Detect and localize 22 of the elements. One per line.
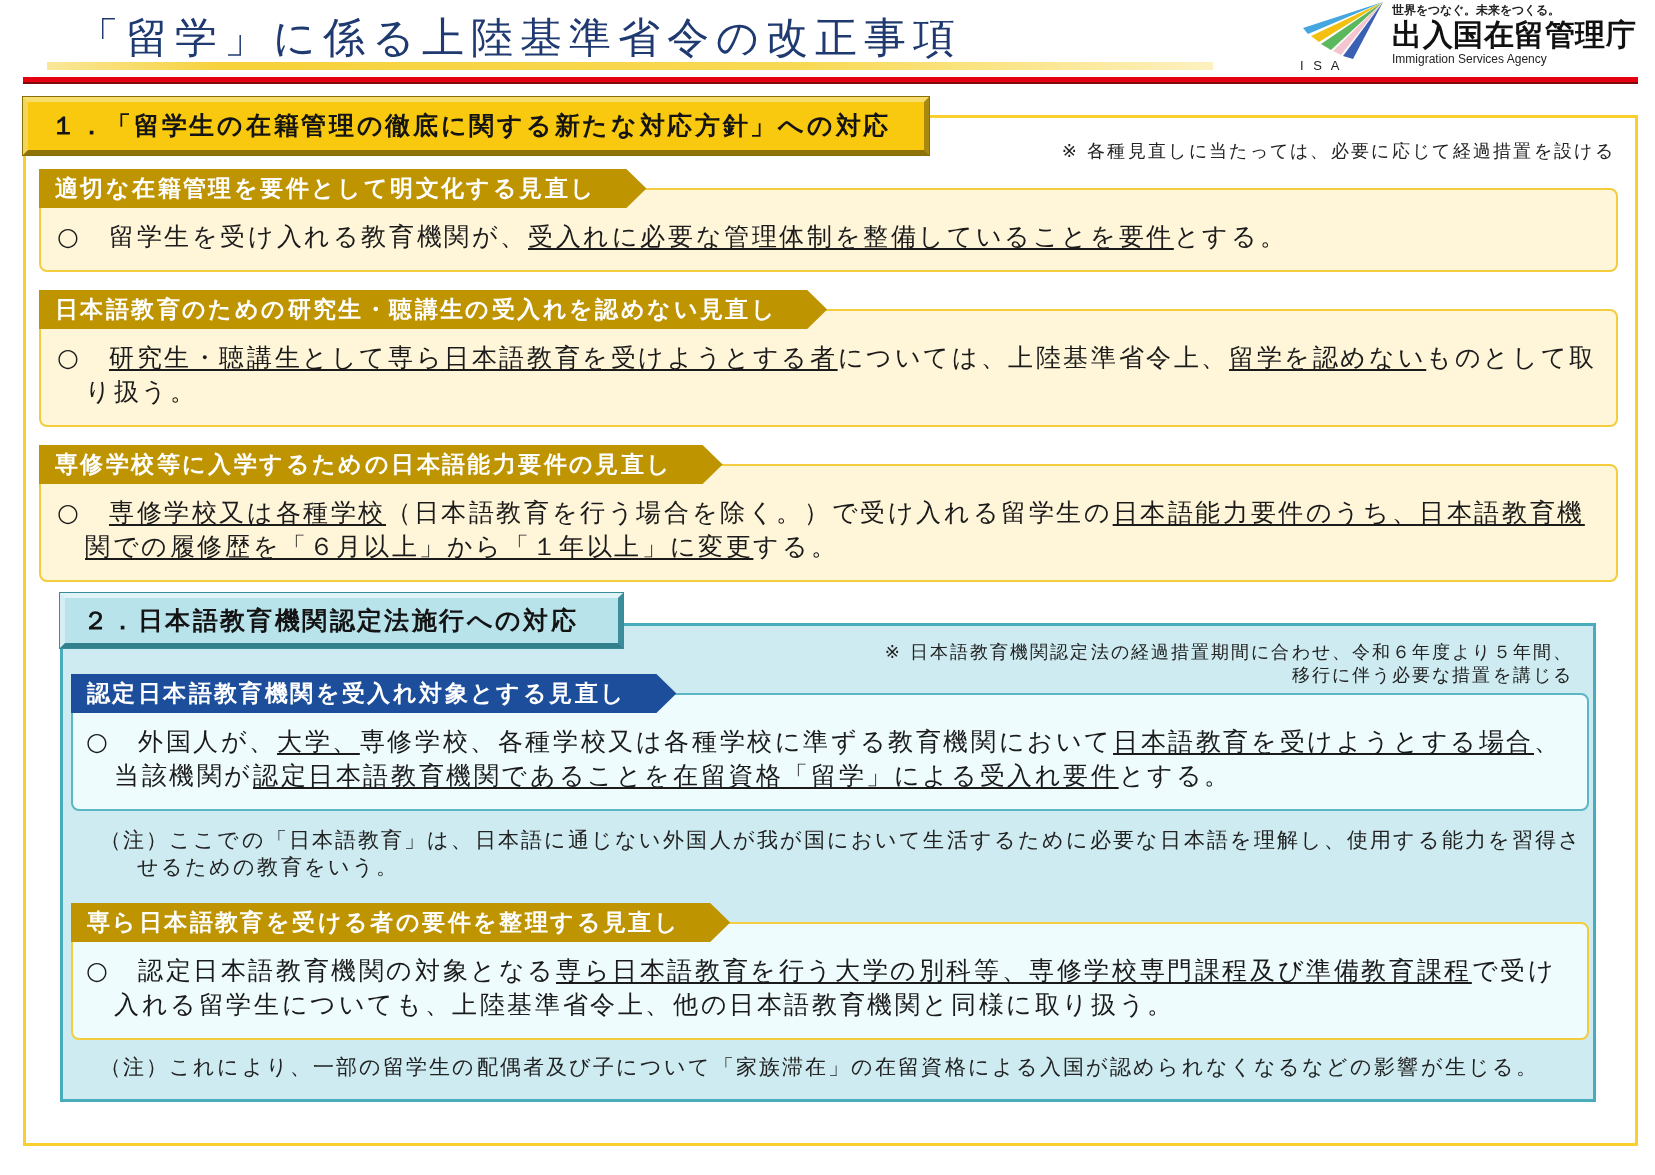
- section-heading: １．「留学生の在籍管理の徹底に関する新たな対応方針」への対応: [23, 97, 929, 155]
- footnote-text: （注）これにより、一部の留学生の配偶者及び子について「家族滞在」の在留資格による入国が認められなくなるなどの影響が生じる。: [99, 1054, 1541, 1081]
- logo-icon: [1303, 2, 1383, 59]
- subsection-banner: 認定日本語教育機関を受入れ対象とする見直し: [71, 674, 677, 713]
- footnote-text: （注）ここでの「日本語教育」は、日本語に通じない外国人が我が国において生活するために必要な日本語を理解し、使用する能力を習得させるための教育をいう。: [99, 827, 1584, 881]
- page-title: 「留学」に係る上陸基準省令の改正事項: [77, 14, 963, 62]
- subsection-banner: 専ら日本語教育を受ける者の要件を整理する見直し: [71, 903, 731, 942]
- section-heading: ２．日本語教育機関認定法施行への対応: [60, 593, 623, 648]
- agency-english-name: Immigration Services Agency: [1392, 52, 1547, 67]
- body-text: ○ 研究生・聴講生として専ら日本語教育を受けようとする者 については、上陸基準省令上、留学を認めない ものとして取り扱う。: [57, 342, 1598, 408]
- logo-initials: I S A: [1300, 59, 1340, 73]
- body-text: ○ 留学生を受け入れる教育機関が、受入れに必要な管理体制を整備していることを要件 とする。: [57, 221, 1289, 253]
- subsection-banner: 専修学校等に入学するための日本語能力要件の見直し: [39, 445, 723, 484]
- note-text: ※ 各種見直しに当たっては、必要に応じて経過措置を設ける: [1061, 140, 1615, 162]
- subsection-banner: 日本語教育のための研究生・聴講生の受入れを認めない見直し: [39, 290, 828, 329]
- body-text: ○ 認定日本語教育機関の対象となる 専ら日本語教育を行う大学の別科等、専修学校専門課程及び準備教育課程で受け入れる留学生についても、上陸基準省令上、他の日本語教育機関と同様に取り扱う。: [86, 955, 1558, 1021]
- body-text: ○ 外国人が、大学、専修学校、各種学校又は各種学校に準ずる教育機関において 日本語教育を受けようとする場合、当該機関が認定日本語教育機関であることを在留資格「留学」による受入れ要件 とする。: [86, 726, 1563, 792]
- note-text: ※ 日本語教育機関認定法の経過措置期間に合わせ、令和６年度より５年間、 移行に伴う必要な措置を講じる: [884, 640, 1573, 686]
- logo-tagline: 世界をつなぐ。未来をつくる。: [1392, 3, 1560, 18]
- body-text: ○ 専修学校又は各種学校（日本語教育を行う場合を除く。）で受け入れる留学生の 日本語能力要件のうち、日本語教育機関での履修歴を「６月以上」から「１年以上」に変更する。: [57, 497, 1586, 563]
- agency-name: 出入国在留管理庁: [1392, 18, 1636, 52]
- subsection-banner: 適切な在籍管理を要件として明文化する見直し: [39, 169, 647, 208]
